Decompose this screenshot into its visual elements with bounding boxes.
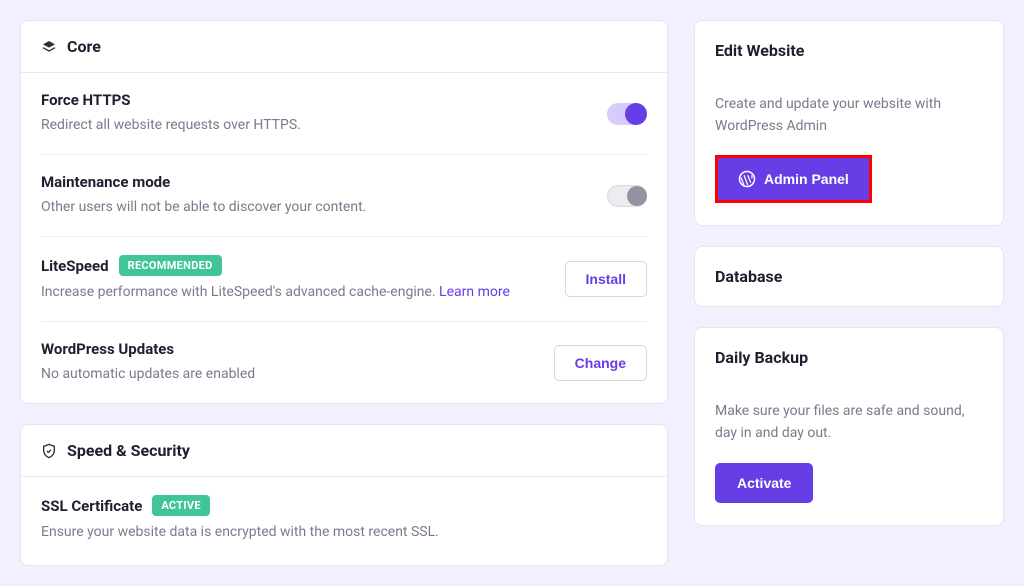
backup-title: Daily Backup [715,348,983,367]
database-card[interactable]: Database [694,246,1004,307]
litespeed-learn-more-link[interactable]: Learn more [439,284,510,300]
edit-website-title: Edit Website [715,41,983,60]
layers-icon [41,39,57,55]
edit-website-card: Edit Website Create and update your webs… [694,20,1004,226]
updates-title: WordPress Updates [41,340,554,358]
database-title: Database [715,267,983,286]
install-button[interactable]: Install [565,261,647,297]
shield-icon [41,443,57,459]
force-https-title: Force HTTPS [41,91,607,109]
updates-desc: No automatic updates are enabled [41,364,554,385]
maintenance-title: Maintenance mode [41,173,607,191]
maintenance-row: Maintenance mode Other users will not be… [41,155,647,237]
recommended-badge: RECOMMENDED [119,255,222,276]
litespeed-desc: Increase performance with LiteSpeed's ad… [41,284,439,300]
backup-desc: Make sure your files are safe and sound,… [715,401,983,444]
force-https-desc: Redirect all website requests over HTTPS… [41,115,607,136]
wordpress-icon [738,170,756,188]
updates-row: WordPress Updates No automatic updates a… [41,322,647,403]
backup-card: Daily Backup Make sure your files are sa… [694,327,1004,525]
active-badge: ACTIVE [152,495,210,516]
core-card: Core Force HTTPS Redirect all website re… [20,20,668,404]
ssl-title: SSL Certificate [41,497,142,515]
security-card: Speed & Security SSL Certificate ACTIVE … [20,424,668,566]
security-heading: Speed & Security [67,441,190,460]
edit-website-desc: Create and update your website with Word… [715,94,983,137]
admin-panel-button[interactable]: Admin Panel [718,158,869,200]
admin-panel-label: Admin Panel [764,171,849,187]
activate-button[interactable]: Activate [715,463,813,503]
ssl-desc: Ensure your website data is encrypted wi… [41,522,647,543]
core-heading: Core [67,37,101,56]
change-button[interactable]: Change [554,345,647,381]
core-header: Core [21,21,667,73]
maintenance-toggle[interactable] [607,185,647,207]
admin-panel-highlight: Admin Panel [715,155,872,203]
force-https-row: Force HTTPS Redirect all website request… [41,73,647,155]
litespeed-title: LiteSpeed [41,257,109,275]
maintenance-desc: Other users will not be able to discover… [41,197,607,218]
security-header: Speed & Security [21,425,667,477]
force-https-toggle[interactable] [607,103,647,125]
litespeed-row: LiteSpeed RECOMMENDED Increase performan… [41,237,647,322]
ssl-row: SSL Certificate ACTIVE Ensure your websi… [21,477,667,565]
